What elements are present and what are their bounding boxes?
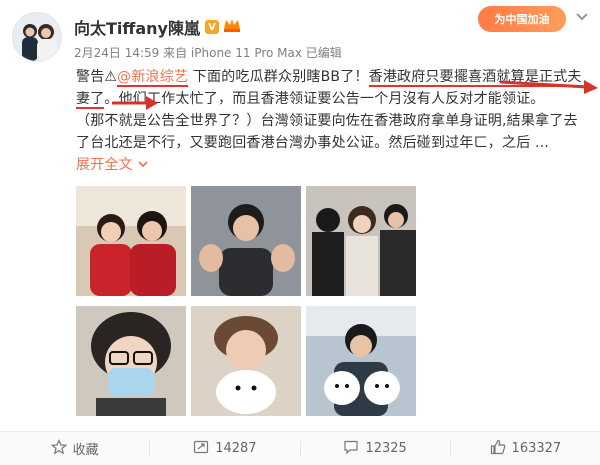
post-meta: 2月24日 14:59 来自 iPhone 11 Pro Max 已编辑: [74, 46, 342, 60]
group-three-people-photo[interactable]: [306, 186, 416, 296]
avatar-image: [13, 13, 61, 61]
repost-button[interactable]: 14287: [150, 439, 299, 459]
user-name-row: 向太Tiffany陳嵐 V: [74, 16, 241, 38]
promo-badge[interactable]: 为中国加油: [478, 6, 566, 32]
warning-text: 警告⚠: [76, 69, 118, 85]
favorite-button[interactable]: 收藏: [0, 438, 149, 459]
man-holding-puppies-photo[interactable]: [306, 306, 416, 416]
annotation-arrow-left: [112, 96, 158, 110]
like-button[interactable]: 163327: [451, 439, 600, 459]
user-name[interactable]: 向太Tiffany陳嵐: [74, 15, 200, 39]
favorite-label: 收藏: [72, 443, 99, 458]
underlined-text: 妻了: [76, 91, 105, 109]
comment-button[interactable]: 12325: [301, 439, 450, 459]
like-count: 163327: [511, 441, 562, 456]
comment-count: 12325: [365, 441, 407, 456]
chevron-down-icon[interactable]: [137, 157, 149, 173]
text-segment: 。他们工作太忙了，而且香港领证要公告一个月沒有人反对才能领证。: [104, 91, 545, 107]
action-bar: 收藏 14287 12325 163327: [0, 431, 600, 465]
annotation-arrow-right: [500, 80, 598, 94]
star-icon: [50, 438, 67, 459]
mention-link[interactable]: @新浪综艺: [117, 69, 189, 87]
thumbs-up-icon: [490, 439, 506, 459]
membership-crown-icon: [223, 17, 241, 37]
photo-grid: [76, 186, 416, 418]
avatar[interactable]: [12, 12, 62, 62]
expand-full-text-link[interactable]: 展开全文: [76, 157, 133, 173]
chevron-down-icon[interactable]: [572, 6, 592, 26]
man-hands-gesture-photo[interactable]: [191, 186, 301, 296]
woman-with-puppy-photo[interactable]: [191, 306, 301, 416]
post-line-4: 了台北还是不行，又要跑回香港台灣办事处公证。然后碰到过年ㄈ，之后 ...: [76, 135, 549, 151]
text-segment: 下面的吃瓜群众别瞎BB了！: [188, 69, 369, 85]
expand-row[interactable]: 展开全文: [76, 154, 574, 176]
woman-face-mask-photo[interactable]: [76, 306, 186, 416]
post-line-3: （那不就是公告全世界了？）台灣领证要向佐在香港政府拿单身证明,結果拿了去: [76, 113, 578, 129]
repost-icon: [193, 439, 209, 459]
verified-badge-icon: V: [204, 20, 219, 34]
comment-icon: [343, 439, 359, 459]
couple-red-sweaters-photo[interactable]: [76, 186, 186, 296]
repost-count: 14287: [215, 441, 257, 456]
